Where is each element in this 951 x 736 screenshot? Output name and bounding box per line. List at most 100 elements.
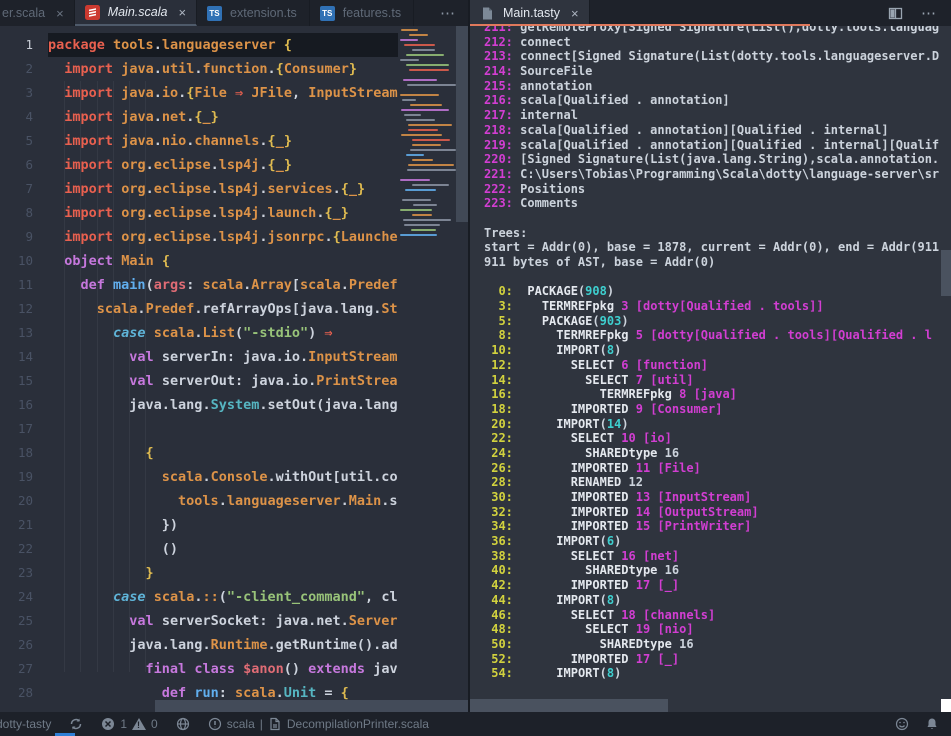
line-number: 13 xyxy=(0,321,48,345)
typescript-file-icon: TS xyxy=(207,6,222,21)
line-number-gutter: 1234567891011121314151617181920212223242… xyxy=(0,26,48,700)
tab-extension.ts[interactable]: TSextension.ts xyxy=(197,0,310,26)
scala-file-icon xyxy=(85,5,100,20)
warning-icon: ! xyxy=(132,718,146,730)
tasty-row: 217: internal xyxy=(484,108,941,123)
tab-bar: er.scala×Main.scala×TSextension.tsTSfeat… xyxy=(0,0,951,26)
code-line[interactable]: def main(args: scala.Array[scala.Predef.… xyxy=(48,273,398,297)
code-line[interactable]: { xyxy=(48,441,398,465)
sync-button[interactable] xyxy=(69,717,83,731)
line-number: 1 xyxy=(0,33,48,57)
code-line[interactable]: () xyxy=(48,537,398,561)
minimap[interactable] xyxy=(398,26,456,700)
vertical-scrollbar-right[interactable] xyxy=(941,26,951,699)
language-mode-item[interactable]: scala | DecompilationPrinter.scala xyxy=(208,717,429,731)
error-icon xyxy=(101,717,115,731)
code-line[interactable]: import java.io.{File ⇒ JFile, InputStrea… xyxy=(48,81,398,105)
code-line[interactable] xyxy=(48,417,398,441)
tasty-row: 219: scala[Qualified . annotation][Quali… xyxy=(484,138,941,153)
scrollbar-thumb[interactable] xyxy=(456,26,470,222)
tasty-row: 32: IMPORTED 14 [OutputStream] xyxy=(484,505,941,520)
tasty-row: 44: IMPORT(8) xyxy=(484,593,941,608)
tasty-row: 16: TERMREFpkg 8 [java] xyxy=(484,387,941,402)
more-actions-button[interactable]: ⋯ xyxy=(914,4,943,22)
notifications-button[interactable] xyxy=(925,717,939,731)
code-line[interactable]: final class $anon() extends java.l xyxy=(48,657,398,681)
scala-editor[interactable]: 1234567891011121314151617181920212223242… xyxy=(0,26,470,712)
tasty-row: Trees: xyxy=(484,226,941,241)
line-number: 17 xyxy=(0,417,48,441)
tasty-row: 34: IMPORTED 15 [PrintWriter] xyxy=(484,519,941,534)
more-tabs-button[interactable]: ⋯ xyxy=(428,0,468,26)
code-line[interactable]: val serverSocket: java.net.ServerSoc xyxy=(48,609,398,633)
tasty-viewer[interactable]: 211: getRemoteProxy[Signed Signature(Lis… xyxy=(470,26,951,712)
typescript-file-icon: TS xyxy=(320,6,335,21)
code-line[interactable]: import java.nio.channels.{_} xyxy=(48,129,398,153)
line-number: 27 xyxy=(0,657,48,681)
code-line[interactable]: java.lang.Runtime.getRuntime().addSh xyxy=(48,633,398,657)
tab-Main.tasty[interactable]: Main.tasty × xyxy=(470,0,590,26)
code-line[interactable]: } xyxy=(48,561,398,585)
tasty-content: 211: getRemoteProxy[Signed Signature(Lis… xyxy=(484,26,941,698)
tasty-row: 222: Positions xyxy=(484,182,941,197)
code-line[interactable]: tools.languageserver.Main.startS xyxy=(48,489,398,513)
code-line[interactable]: import java.net.{_} xyxy=(48,105,398,129)
code-line[interactable]: import org.eclipse.lsp4j.services.{_} xyxy=(48,177,398,201)
tasty-row xyxy=(484,270,941,285)
tab-label: er.scala xyxy=(2,6,45,20)
line-number: 25 xyxy=(0,609,48,633)
code-line[interactable]: object Main { xyxy=(48,249,398,273)
line-number: 3 xyxy=(0,81,48,105)
code-line[interactable]: import org.eclipse.lsp4j.jsonrpc.{Launch… xyxy=(48,225,398,249)
code-line[interactable]: import org.eclipse.lsp4j.launch.{_} xyxy=(48,201,398,225)
tasty-row: 54: IMPORT(8) xyxy=(484,666,941,681)
right-editor-tab-group: Main.tasty × ⋯ xyxy=(470,0,951,26)
tasty-row: 14: SELECT 7 [util] xyxy=(484,373,941,388)
tasty-row: 22: SELECT 10 [io] xyxy=(484,431,941,446)
code-line[interactable]: val serverOut: java.io.PrintStream = xyxy=(48,369,398,393)
horizontal-scrollbar-left[interactable] xyxy=(0,700,468,712)
close-icon[interactable]: × xyxy=(178,6,186,19)
tasty-row: 213: connect[Signed Signature(List(dotty… xyxy=(484,49,941,64)
scrollbar-thumb[interactable] xyxy=(941,250,951,296)
tab-Main.scala[interactable]: Main.scala× xyxy=(75,0,197,26)
code-line[interactable]: import java.util.function.{Consumer} xyxy=(48,57,398,81)
horizontal-scrollbar-right[interactable] xyxy=(470,699,951,712)
line-number: 23 xyxy=(0,561,48,585)
line-number: 20 xyxy=(0,489,48,513)
live-share-button[interactable] xyxy=(176,717,190,731)
git-branch-item[interactable]: dotty-tasty xyxy=(0,717,51,731)
problems-item[interactable]: 1 ! 0 xyxy=(101,717,157,731)
code-content[interactable]: package tools.languageserver { import ja… xyxy=(48,26,398,700)
code-line[interactable]: java.lang.System.setOut(java.lang.Sy xyxy=(48,393,398,417)
code-line[interactable]: case scala.::("-client_command", clien xyxy=(48,585,398,609)
line-number: 21 xyxy=(0,513,48,537)
code-line[interactable]: package tools.languageserver { xyxy=(48,33,398,57)
code-line[interactable]: def run: scala.Unit = { xyxy=(48,681,398,700)
error-count: 1 xyxy=(120,717,127,731)
code-line[interactable]: import org.eclipse.lsp4j.{_} xyxy=(48,153,398,177)
code-line[interactable]: }) xyxy=(48,513,398,537)
line-number: 7 xyxy=(0,177,48,201)
smiley-icon xyxy=(895,717,909,731)
left-editor-tab-group: er.scala×Main.scala×TSextension.tsTSfeat… xyxy=(0,0,470,26)
tab-features.ts[interactable]: TS features.ts xyxy=(310,0,414,26)
close-icon[interactable]: × xyxy=(56,7,64,20)
line-number: 19 xyxy=(0,465,48,489)
code-line[interactable]: case scala.List("-stdio") ⇒ xyxy=(48,321,398,345)
tab-label: features.ts xyxy=(343,6,401,20)
tasty-row: 42: IMPORTED 17 [_] xyxy=(484,578,941,593)
code-line[interactable]: scala.Console.withOut[util.concurr xyxy=(48,465,398,489)
feedback-button[interactable] xyxy=(895,717,909,731)
close-icon[interactable]: × xyxy=(571,7,579,20)
scrollbar-thumb[interactable] xyxy=(470,699,668,712)
tab-label: Main.tasty xyxy=(503,6,560,20)
code-line[interactable]: val serverIn: java.io.InputStream = xyxy=(48,345,398,369)
scrollbar-thumb[interactable] xyxy=(155,700,470,712)
branch-label: dotty-tasty xyxy=(0,717,51,731)
split-editor-button[interactable] xyxy=(881,6,910,21)
code-line[interactable]: scala.Predef.refArrayOps[java.lang.Strin xyxy=(48,297,398,321)
vertical-scrollbar-left[interactable] xyxy=(456,26,470,700)
line-number: 2 xyxy=(0,57,48,81)
tab-er.scala[interactable]: er.scala × xyxy=(0,0,75,26)
